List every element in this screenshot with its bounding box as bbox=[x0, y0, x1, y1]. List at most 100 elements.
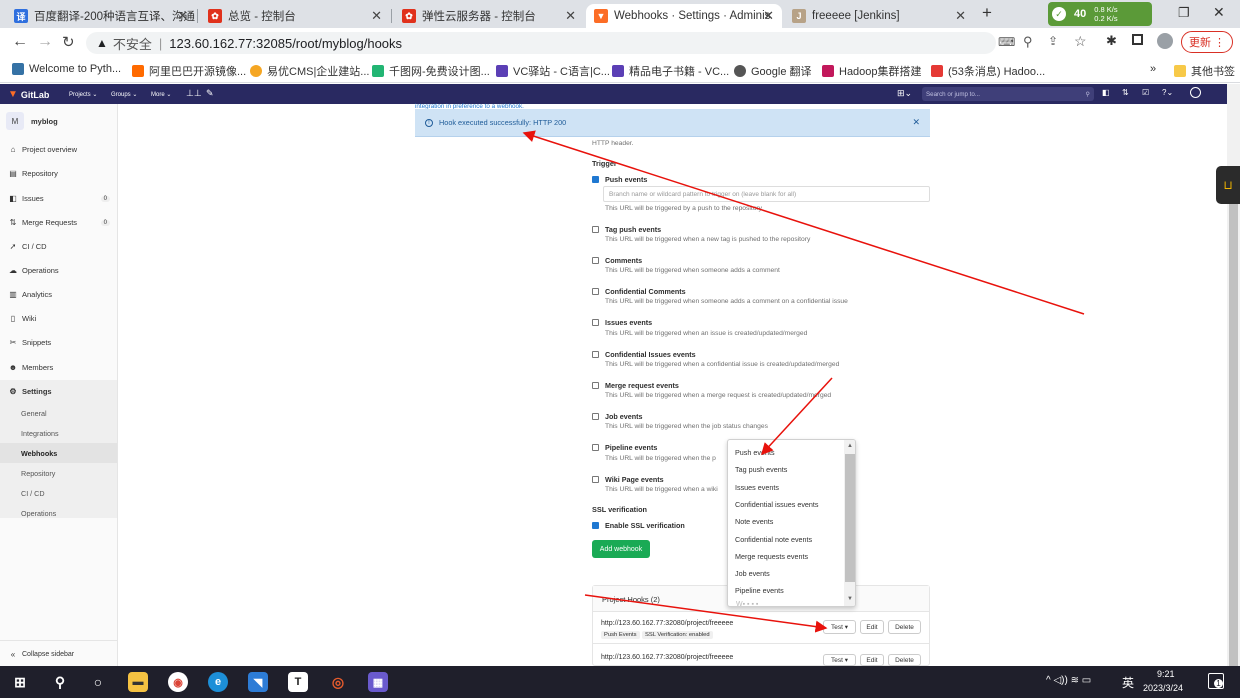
bookmark-item[interactable]: Welcome to Pyth... bbox=[12, 63, 121, 75]
update-button[interactable]: 更新 ⋮ bbox=[1181, 31, 1233, 53]
issues-icon[interactable]: ◧ bbox=[1102, 88, 1110, 97]
translate-icon[interactable]: ⌨ bbox=[998, 35, 1015, 49]
checkbox-tag-push-events[interactable] bbox=[592, 226, 599, 233]
clock-date[interactable]: 2023/3/24 bbox=[1143, 683, 1183, 693]
gitlab-logo[interactable]: ▼ GitLab bbox=[8, 89, 49, 100]
bookmark-item[interactable]: 阿里巴巴开源镜像... bbox=[132, 63, 246, 79]
avatar[interactable] bbox=[1190, 87, 1201, 98]
notification-icon[interactable]: 1 bbox=[1208, 673, 1224, 689]
chrome-icon[interactable]: ◉ bbox=[168, 672, 188, 692]
event-label[interactable]: Confidential Issues events bbox=[605, 350, 696, 359]
browser-tab[interactable]: ✿ 总览 - 控制台 ✕ bbox=[200, 4, 390, 28]
edit-button[interactable]: Edit bbox=[860, 620, 884, 634]
nav-projects[interactable]: Projects ⌄ bbox=[69, 91, 97, 98]
collapse-sidebar-button[interactable]: « Collapse sidebar bbox=[8, 650, 74, 659]
file-explorer-icon[interactable]: ▬ bbox=[128, 672, 148, 692]
delete-button[interactable]: Delete bbox=[888, 620, 921, 634]
close-window-icon[interactable]: ✕ bbox=[1213, 4, 1225, 21]
edge-icon[interactable]: e bbox=[208, 672, 228, 692]
sidebar-item-issues[interactable]: ◧ Issues 0 bbox=[8, 194, 110, 203]
event-label[interactable]: Pipeline events bbox=[605, 443, 657, 452]
event-label[interactable]: Wiki Page events bbox=[605, 475, 664, 484]
browser-tab[interactable]: J freeeee [Jenkins] ✕ bbox=[784, 4, 974, 28]
event-label[interactable]: Push events bbox=[605, 175, 647, 184]
bookmark-item[interactable]: Hadoop集群搭建 bbox=[822, 63, 922, 79]
sidebar-item-operations[interactable]: ☁ Operations bbox=[8, 266, 59, 275]
new-tab-icon[interactable]: + bbox=[982, 3, 992, 23]
other-bookmarks[interactable]: 其他书签 bbox=[1174, 63, 1235, 79]
sidebar-subitem-operations[interactable]: Operations bbox=[21, 509, 56, 518]
close-icon[interactable]: ✕ bbox=[565, 8, 576, 24]
dropdown-item-confidential-issues-events[interactable]: Confidential issues events bbox=[735, 500, 819, 509]
dropdown-item-merge-requests-events[interactable]: Merge requests events bbox=[735, 552, 808, 561]
bookmark-item[interactable]: 千图网-免费设计图... bbox=[372, 63, 490, 79]
reload-icon[interactable]: ↻ bbox=[62, 33, 75, 51]
bookmark-item[interactable]: 易优CMS|企业建站... bbox=[250, 63, 369, 79]
close-icon[interactable]: ✕ bbox=[912, 117, 920, 128]
project-name[interactable]: myblog bbox=[31, 117, 58, 126]
nav-groups[interactable]: Groups ⌄ bbox=[111, 91, 137, 98]
help-icon[interactable]: ?⌄ bbox=[1162, 88, 1173, 97]
close-icon[interactable]: ✕ bbox=[955, 8, 966, 24]
sidebar-subitem-ci-cd[interactable]: CI / CD bbox=[21, 489, 45, 498]
app-icon[interactable]: ◎ bbox=[328, 672, 348, 692]
event-label[interactable]: Job events bbox=[605, 412, 643, 421]
checkbox-issues-events[interactable] bbox=[592, 319, 599, 326]
sidebar-item-repository[interactable]: ▤ Repository bbox=[8, 169, 58, 178]
bookmark-item[interactable]: VC驿站 - C语言|C... bbox=[496, 63, 610, 79]
plus-menu-icon[interactable]: ⊞⌄ bbox=[897, 88, 912, 99]
dropdown-scroll-thumb[interactable] bbox=[845, 454, 855, 582]
ssl-label[interactable]: Enable SSL verification bbox=[605, 521, 685, 530]
checkbox-job-events[interactable] bbox=[592, 413, 599, 420]
event-label[interactable]: Issues events bbox=[605, 318, 652, 327]
sidebar-item-project-overview[interactable]: ⌂ Project overview bbox=[8, 145, 77, 154]
sidebar-subitem-webhooks[interactable]: Webhooks bbox=[21, 449, 57, 458]
tray-icons[interactable]: ^ ◁)) ≋ ▭ bbox=[1046, 675, 1091, 686]
add-webhook-button[interactable]: Add webhook bbox=[592, 540, 650, 558]
sidebar-item-ci-cd[interactable]: ➚ CI / CD bbox=[8, 242, 47, 251]
sidebar-item-analytics[interactable]: ▥ Analytics bbox=[8, 290, 52, 299]
url-text[interactable]: 123.60.162.77:32085/root/myblog/hooks bbox=[169, 36, 402, 51]
restore-window-icon[interactable]: ❐ bbox=[1178, 5, 1190, 21]
input-method[interactable]: 英 bbox=[1122, 674, 1134, 691]
checkbox-confidential-comments[interactable] bbox=[592, 288, 599, 295]
dropdown-item-issues-events[interactable]: Issues events bbox=[735, 483, 779, 492]
omnibox[interactable]: ▲ 不安全 | 123.60.162.77:32085/root/myblog/… bbox=[86, 32, 996, 54]
test-dropdown-button[interactable]: Test ▾ bbox=[823, 654, 856, 666]
checkbox-wiki-page-events[interactable] bbox=[592, 476, 599, 483]
floating-cup-widget[interactable]: ⊔ bbox=[1216, 166, 1240, 204]
sidebar-item-merge-requests[interactable]: ⇅ Merge Requests 0 bbox=[8, 218, 110, 227]
checkbox-comments[interactable] bbox=[592, 257, 599, 264]
typora-icon[interactable]: T bbox=[288, 672, 308, 692]
search-icon[interactable]: ⚲ bbox=[50, 672, 70, 692]
back-icon[interactable]: ← bbox=[12, 33, 28, 51]
close-icon[interactable]: ✕ bbox=[371, 8, 382, 24]
share-icon[interactable]: ⇪ bbox=[1048, 34, 1058, 48]
clock-time[interactable]: 9:21 bbox=[1157, 669, 1175, 679]
close-icon[interactable]: ✕ bbox=[177, 8, 188, 24]
test-dropdown-button[interactable]: Test ▾ bbox=[823, 620, 856, 634]
sidebar-item-settings[interactable]: ⚙ Settings bbox=[8, 387, 51, 396]
checkbox-confidential-issues-events[interactable] bbox=[592, 351, 599, 358]
dropdown-item-push-events[interactable]: Push events bbox=[735, 448, 775, 457]
sidebar-item-snippets[interactable]: ✂ Snippets bbox=[8, 338, 52, 347]
sidebar-subitem-general[interactable]: General bbox=[21, 409, 47, 418]
checkbox-enable-ssl[interactable] bbox=[592, 522, 599, 529]
scroll-down-icon[interactable]: ▼ bbox=[847, 596, 853, 602]
dropdown-item-job-events[interactable]: Job events bbox=[735, 569, 770, 578]
wrench-icon[interactable]: ✎ bbox=[206, 88, 214, 99]
windows-start-icon[interactable]: ⊞ bbox=[10, 672, 30, 692]
forward-icon[interactable]: → bbox=[37, 33, 53, 51]
extensions-icon[interactable]: ✱ bbox=[1106, 33, 1117, 49]
bookmark-item[interactable]: (53条消息) Hadoo... bbox=[931, 63, 1045, 79]
bookmark-star-icon[interactable]: ☆ bbox=[1074, 33, 1087, 50]
zoom-icon[interactable]: ⚲ bbox=[1023, 34, 1033, 50]
sidebar-item-members[interactable]: ☻ Members bbox=[8, 363, 53, 372]
checkbox-push-events[interactable] bbox=[592, 176, 599, 183]
project-avatar[interactable]: M bbox=[6, 112, 24, 130]
checkbox-merge-request-events[interactable] bbox=[592, 382, 599, 389]
browser-tab[interactable]: 译 百度翻译-200种语言互译、沟通 ✕ bbox=[6, 4, 196, 28]
page-scroll-thumb[interactable] bbox=[1229, 202, 1238, 678]
branch-filter-input[interactable]: Branch name or wildcard pattern to trigg… bbox=[603, 186, 930, 202]
browser-tab-active[interactable]: ▼ Webhooks · Settings · Adminis ✕ bbox=[586, 4, 782, 28]
